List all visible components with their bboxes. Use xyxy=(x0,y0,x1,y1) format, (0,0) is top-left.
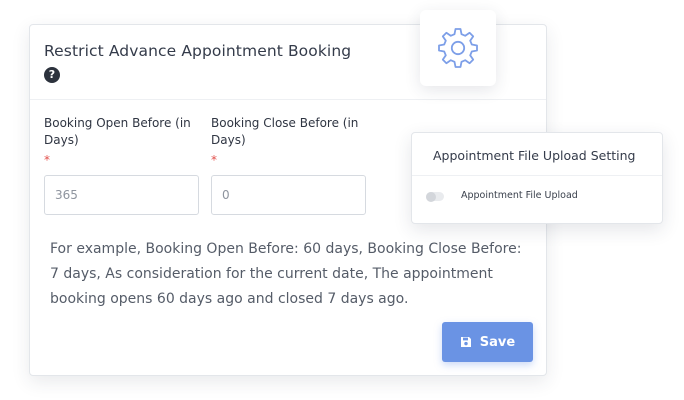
toggle-knob xyxy=(426,191,436,202)
close-before-required-mark: * xyxy=(211,153,217,167)
file-upload-setting-card: Appointment File Upload Setting Appointm… xyxy=(411,132,663,224)
example-info-text: For example, Booking Open Before: 60 day… xyxy=(50,241,522,307)
help-icon[interactable]: ? xyxy=(44,67,60,83)
open-before-input[interactable] xyxy=(44,175,199,215)
close-before-input[interactable] xyxy=(211,175,366,215)
close-before-label: Booking Close Before (in Days) xyxy=(211,116,359,147)
save-button-label: Save xyxy=(479,334,516,350)
save-button[interactable]: Save xyxy=(442,322,533,362)
open-before-label: Booking Open Before (in Days) xyxy=(44,116,191,147)
upload-card-divider xyxy=(412,175,662,176)
upload-card-title: Appointment File Upload Setting xyxy=(433,148,636,163)
file-upload-toggle[interactable] xyxy=(426,191,444,202)
floppy-disk-icon xyxy=(460,337,471,347)
gear-icon xyxy=(438,28,478,68)
file-upload-toggle-label: Appointment File Upload xyxy=(461,190,578,201)
settings-tile[interactable] xyxy=(420,10,496,86)
open-before-required-mark: * xyxy=(44,153,50,167)
